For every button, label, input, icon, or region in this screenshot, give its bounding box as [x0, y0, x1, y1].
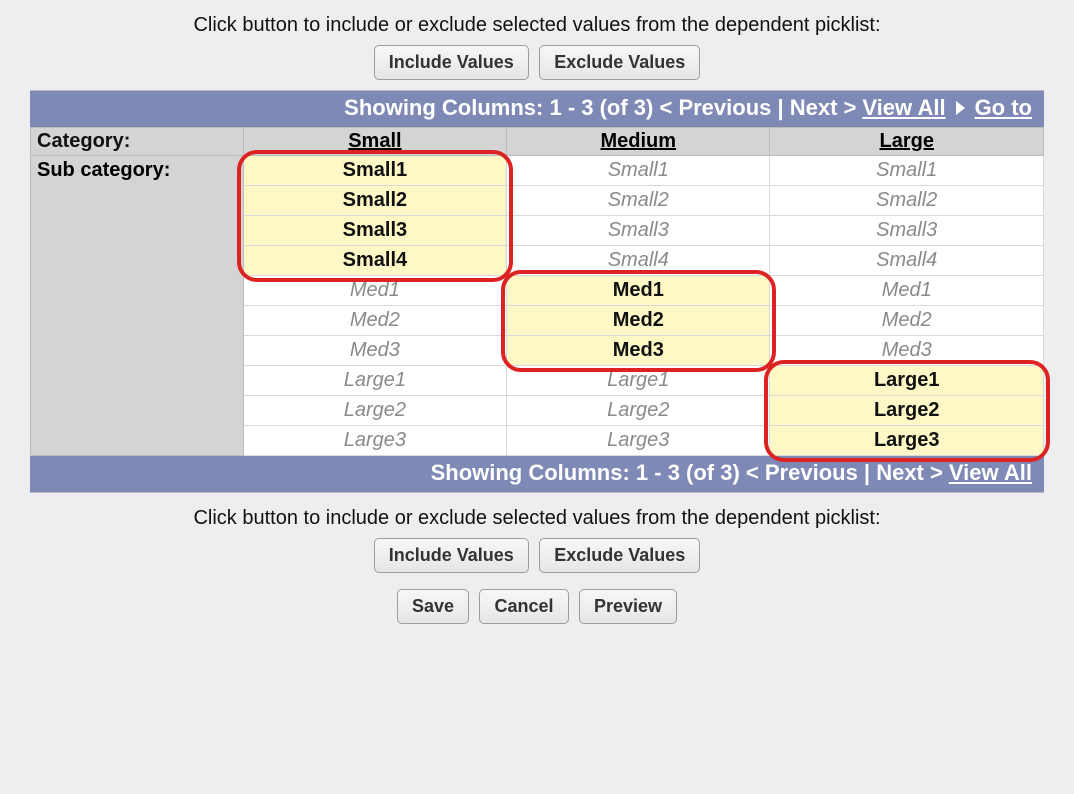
picklist-cell[interactable]: Small4	[243, 246, 506, 276]
preview-button[interactable]: Preview	[579, 589, 677, 624]
picklist-cell[interactable]: Small3	[770, 216, 1044, 246]
exclude-values-button[interactable]: Exclude Values	[539, 538, 700, 573]
picklist-cell[interactable]: Small2	[243, 186, 506, 216]
exclude-values-button[interactable]: Exclude Values	[539, 45, 700, 80]
pager-text: Showing Columns: 1 - 3 (of 3) < Previous…	[431, 460, 943, 486]
picklist-cell[interactable]: Med2	[243, 306, 506, 336]
column-header-medium[interactable]: Medium	[507, 128, 770, 156]
dependency-grid: Category: Small Medium Large Sub categor…	[30, 127, 1044, 456]
picklist-cell[interactable]: Small1	[507, 156, 770, 186]
picklist-cell[interactable]: Med1	[507, 276, 770, 306]
picklist-cell[interactable]: Small1	[770, 156, 1044, 186]
category-label: Category:	[31, 128, 244, 156]
arrow-right-icon	[956, 101, 965, 115]
instruction-text-bottom: Click button to include or exclude selec…	[30, 507, 1044, 530]
picklist-cell[interactable]: Small3	[507, 216, 770, 246]
picklist-cell[interactable]: Small2	[770, 186, 1044, 216]
picklist-cell[interactable]: Med2	[770, 306, 1044, 336]
picklist-cell[interactable]: Med1	[770, 276, 1044, 306]
column-header-small[interactable]: Small	[243, 128, 506, 156]
subcategory-label: Sub category:	[31, 156, 244, 456]
picklist-cell[interactable]: Small2	[507, 186, 770, 216]
picklist-cell[interactable]: Small4	[770, 246, 1044, 276]
save-button[interactable]: Save	[397, 589, 469, 624]
picklist-cell[interactable]: Med3	[770, 336, 1044, 366]
go-to-link[interactable]: Go to	[975, 95, 1032, 121]
picklist-cell[interactable]: Large1	[507, 366, 770, 396]
pager-bottom: Showing Columns: 1 - 3 (of 3) < Previous…	[30, 456, 1044, 492]
picklist-cell[interactable]: Small1	[243, 156, 506, 186]
picklist-cell[interactable]: Large2	[507, 396, 770, 426]
picklist-cell[interactable]: Med1	[243, 276, 506, 306]
picklist-cell[interactable]: Large1	[770, 366, 1044, 396]
pager-top: Showing Columns: 1 - 3 (of 3) < Previous…	[30, 91, 1044, 127]
picklist-cell[interactable]: Med2	[507, 306, 770, 336]
bottom-button-row: Include Values Exclude Values	[30, 538, 1044, 583]
picklist-cell[interactable]: Large3	[770, 426, 1044, 456]
instruction-text-top: Click button to include or exclude selec…	[30, 14, 1044, 37]
picklist-cell[interactable]: Med3	[243, 336, 506, 366]
picklist-cell[interactable]: Med3	[507, 336, 770, 366]
view-all-link[interactable]: View All	[949, 460, 1032, 486]
include-values-button[interactable]: Include Values	[374, 45, 529, 80]
cancel-button[interactable]: Cancel	[479, 589, 568, 624]
picklist-cell[interactable]: Large1	[243, 366, 506, 396]
picklist-cell[interactable]: Large2	[770, 396, 1044, 426]
picklist-cell[interactable]: Small3	[243, 216, 506, 246]
pager-text: Showing Columns: 1 - 3 (of 3) < Previous…	[344, 95, 856, 121]
footer-button-row: Save Cancel Preview	[30, 583, 1044, 624]
view-all-link[interactable]: View All	[862, 95, 945, 121]
include-values-button[interactable]: Include Values	[374, 538, 529, 573]
picklist-cell[interactable]: Large3	[507, 426, 770, 456]
picklist-cell[interactable]: Small4	[507, 246, 770, 276]
picklist-cell[interactable]: Large2	[243, 396, 506, 426]
top-button-row: Include Values Exclude Values	[30, 45, 1044, 90]
picklist-cell[interactable]: Large3	[243, 426, 506, 456]
column-header-large[interactable]: Large	[770, 128, 1044, 156]
